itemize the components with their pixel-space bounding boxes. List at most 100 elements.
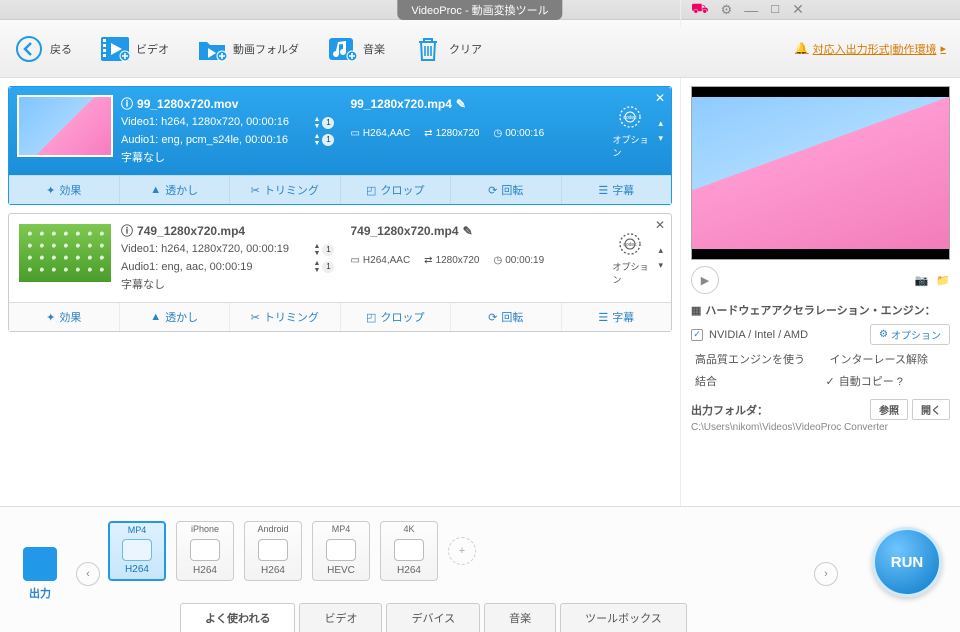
edit-icon[interactable]: ✎	[456, 95, 466, 113]
tab-device[interactable]: デバイス	[386, 603, 480, 632]
thumbnail	[17, 95, 113, 157]
file-card[interactable]: ✕ ⓘ749_1280x720.mp4 Video1: h264, 1280x7…	[8, 213, 672, 332]
preset-icon	[326, 539, 356, 561]
presets-prev[interactable]: ‹	[76, 562, 100, 586]
scissors-icon: ✂	[251, 184, 260, 197]
settings-icon[interactable]: ⚙	[721, 2, 733, 18]
dst-filename: 99_1280x720.mp4	[350, 95, 451, 113]
presets-next[interactable]: ›	[814, 562, 838, 586]
effect-button[interactable]: ✦効果	[9, 176, 120, 204]
preset-item[interactable]: iPhoneH264	[176, 521, 234, 581]
subtitle-button[interactable]: ☰字幕	[562, 176, 672, 204]
effect-button[interactable]: ✦効果	[9, 303, 120, 331]
play-button[interactable]: ▶	[691, 266, 719, 294]
preview-area	[691, 86, 950, 260]
trim-button[interactable]: ✂トリミング	[230, 176, 341, 204]
back-button[interactable]: 戻る	[14, 34, 72, 64]
trash-icon	[413, 34, 443, 64]
open-button[interactable]: 開く	[912, 399, 950, 420]
preset-item[interactable]: MP4H264	[108, 521, 166, 581]
tab-toolbox[interactable]: ツールボックス	[560, 603, 687, 632]
info-icon: ⓘ	[121, 95, 133, 113]
tab-popular[interactable]: よく使われる	[180, 603, 295, 632]
rotate-button[interactable]: ⟳回転	[451, 176, 562, 204]
maximize-button[interactable]: ☐	[770, 3, 780, 16]
category-tabs: よく使われる ビデオ デバイス 音楽 ツールボックス	[180, 603, 691, 632]
output-profile-button[interactable]: 出力	[12, 515, 68, 632]
close-button[interactable]: ✕	[792, 1, 804, 18]
wand-icon: ✦	[46, 311, 55, 324]
thumbnail	[17, 222, 113, 284]
video-stream-info: Video1: h264, 1280x720, 00:00:19	[121, 240, 304, 258]
move-up[interactable]: ▴	[658, 118, 663, 129]
rotate-button[interactable]: ⟳回転	[451, 303, 562, 331]
info-icon: ⓘ	[121, 222, 133, 240]
dur-text: 00:00:19	[505, 252, 544, 270]
preset-icon	[122, 539, 152, 561]
scissors-icon: ✂	[251, 311, 260, 324]
video-track-num: 1	[322, 244, 334, 256]
move-down[interactable]: ▾	[658, 133, 663, 144]
track-up[interactable]: ▲▼	[314, 133, 321, 147]
add-folder-button[interactable]: 動画フォルダ	[197, 34, 299, 64]
file-card[interactable]: ✕ ⓘ99_1280x720.mov Video1: h264, 1280x72…	[8, 86, 672, 205]
clear-button[interactable]: クリア	[413, 34, 482, 64]
hw-options-button[interactable]: ⚙オプション	[870, 324, 950, 345]
audio-track-num: 1	[322, 134, 334, 146]
codec-options-button[interactable]: codec オプション	[612, 222, 648, 294]
output-path: C:\Users\nikom\Videos\VideoProc Converte…	[691, 422, 950, 433]
add-preset-button[interactable]: +	[448, 537, 476, 565]
tab-video[interactable]: ビデオ	[299, 603, 382, 632]
move-up[interactable]: ▴	[658, 245, 663, 256]
remove-item-button[interactable]: ✕	[655, 91, 665, 105]
snapshot-icon[interactable]: 📷	[915, 274, 929, 287]
move-down[interactable]: ▾	[658, 260, 663, 271]
hw-enable-checkbox[interactable]: ✓	[691, 329, 703, 341]
watermark-button[interactable]: ▲透かし	[120, 176, 231, 204]
codec-options-button[interactable]: codec オプション	[612, 95, 648, 167]
file-list: ✕ ⓘ99_1280x720.mov Video1: h264, 1280x72…	[0, 78, 680, 506]
codec-text: H264,AAC	[363, 252, 410, 270]
crop-icon: ◰	[366, 311, 376, 324]
add-video-button[interactable]: ビデオ	[100, 34, 169, 64]
stamp-icon: ▲	[150, 311, 161, 323]
watermark-button[interactable]: ▲透かし	[120, 303, 231, 331]
subtitle-info: 字幕なし	[121, 149, 304, 167]
src-filename: 99_1280x720.mov	[137, 95, 238, 113]
autocopy-checkbox[interactable]: ✓	[826, 375, 835, 388]
gear-icon: ⚙	[879, 329, 888, 340]
trim-button[interactable]: ✂トリミング	[230, 303, 341, 331]
subtitle-info: 字幕なし	[121, 276, 304, 294]
minimize-button[interactable]: —	[744, 2, 758, 18]
track-up[interactable]: ▲▼	[314, 243, 321, 257]
hw-vendor-label: NVIDIA / Intel / AMD	[709, 329, 808, 341]
track-up[interactable]: ▲▼	[314, 116, 321, 130]
subtitle-button[interactable]: ☰字幕	[562, 303, 672, 331]
crop-button[interactable]: ◰クロップ	[341, 176, 452, 204]
open-folder-icon[interactable]: 📁	[936, 274, 950, 287]
codec-icon: ▭	[350, 125, 359, 143]
preset-icon	[190, 539, 220, 561]
preset-item[interactable]: AndroidH264	[244, 521, 302, 581]
dur-text: 00:00:16	[505, 125, 544, 143]
codec-icon: ▭	[350, 252, 359, 270]
preset-icon	[258, 539, 288, 561]
track-up[interactable]: ▲▼	[314, 260, 321, 274]
preset-item[interactable]: MP4HEVC	[312, 521, 370, 581]
compat-link[interactable]: 🔔対応入出力形式|動作環境 ▸	[795, 41, 946, 57]
add-music-button[interactable]: 音楽	[327, 34, 385, 64]
back-icon	[14, 34, 44, 64]
run-button[interactable]: RUN	[872, 527, 942, 597]
tab-music[interactable]: 音楽	[484, 603, 556, 632]
remove-item-button[interactable]: ✕	[655, 218, 665, 232]
edit-icon[interactable]: ✎	[463, 222, 473, 240]
browse-button[interactable]: 参照	[870, 399, 908, 420]
crop-button[interactable]: ◰クロップ	[341, 303, 452, 331]
hw-accel-heading: ▦ハードウェアアクセラレーション・エンジン：	[691, 302, 950, 318]
main-toolbar: 戻る ビデオ 動画フォルダ 音楽 クリア 🔔対応入出力形式|動作環境 ▸	[0, 20, 960, 78]
cart-icon[interactable]: ⛟	[691, 0, 709, 19]
preset-item[interactable]: 4KH264	[380, 521, 438, 581]
rotate-icon: ⟳	[488, 311, 497, 324]
codec-text: H264,AAC	[363, 125, 410, 143]
output-folder-label: 出力フォルダ：	[691, 402, 768, 418]
